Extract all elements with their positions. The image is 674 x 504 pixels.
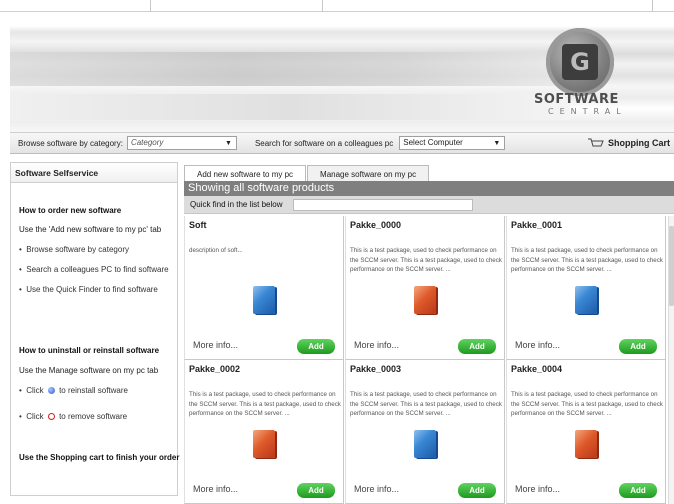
product-description: This is a test package, used to check pe… — [350, 247, 502, 273]
computer-select-value: Select Computer — [403, 138, 463, 147]
product-description: description of soft... — [189, 247, 243, 254]
toolbar: Browse software by category: Category ▼ … — [10, 132, 674, 154]
browse-category-label: Browse software by category: — [18, 138, 123, 148]
product-card: Pakke_0000 This is a test package, used … — [345, 216, 505, 360]
product-description: This is a test package, used to check pe… — [511, 391, 663, 417]
order-text: Use the 'Add new software to my pc' tab — [19, 225, 162, 234]
order-bullet: • Browse software by category — [19, 245, 129, 254]
computer-select[interactable]: Select Computer ▼ — [399, 136, 506, 150]
order-bullet: • Search a colleagues PC to find softwar… — [19, 265, 169, 274]
scrollbar-thumb[interactable] — [669, 226, 674, 306]
cart-hint: Use the Shopping cart to finish your ord… — [19, 453, 180, 462]
add-button[interactable]: Add — [619, 339, 657, 354]
search-colleague-label: Search for software on a colleagues pc — [254, 138, 394, 148]
software-central-logo: G — [546, 28, 614, 96]
product-description: This is a test package, used to check pe… — [511, 247, 663, 273]
product-name: Pakke_0002 — [189, 364, 241, 374]
sidebar-title: Software Selfservice — [11, 163, 177, 183]
dropdown-arrow-icon: ▼ — [225, 140, 232, 147]
shopping-cart-icon — [588, 138, 604, 148]
logo-letter: G — [562, 44, 598, 80]
software-box-icon — [253, 430, 275, 458]
category-select-value: Category — [130, 138, 164, 147]
shopping-cart-label: Shopping Cart — [608, 138, 670, 148]
product-card: Pakke_0003 This is a test package, used … — [345, 360, 505, 504]
product-name: Pakke_0001 — [511, 220, 563, 230]
logo-title: SOFTWARE — [534, 92, 619, 107]
quick-find-bar: Quick find in the list below — [184, 196, 674, 214]
add-button[interactable]: Add — [297, 483, 335, 498]
strip-separator — [652, 0, 653, 12]
showing-header: Showing all software products — [184, 181, 674, 196]
remove-hint: • Click to remove software — [19, 412, 128, 421]
order-bullet: • Use the Quick Finder to find software — [19, 285, 158, 294]
software-box-icon — [575, 430, 597, 458]
uninstall-text: Use the Manage software on my pc tab — [19, 366, 159, 375]
product-description: This is a test package, used to check pe… — [189, 391, 341, 417]
uninstall-heading: How to uninstall or reinstall software — [19, 346, 160, 355]
more-info-link[interactable]: More info... — [354, 340, 399, 350]
more-info-link[interactable]: More info... — [193, 340, 238, 350]
dropdown-arrow-icon: ▼ — [493, 140, 501, 147]
order-heading: How to order new software — [19, 206, 122, 215]
quick-find-label: Quick find in the list below — [190, 200, 283, 209]
reinstall-hint: • Click to reinstall software — [19, 386, 128, 395]
more-info-link[interactable]: More info... — [193, 484, 238, 494]
product-card: Pakke_0002 This is a test package, used … — [184, 360, 344, 504]
tab-bar: Add new software to my pc Manage softwar… — [184, 165, 430, 182]
add-button[interactable]: Add — [619, 483, 657, 498]
browser-top-strip — [0, 0, 674, 12]
product-name: Pakke_0003 — [350, 364, 402, 374]
tab-manage-software[interactable]: Manage software on my pc — [307, 165, 430, 182]
category-select[interactable]: Category ▼ — [126, 136, 237, 150]
product-card: Pakke_0004 This is a test package, used … — [506, 360, 666, 504]
product-name: Soft — [189, 220, 207, 230]
product-card: Pakke_0001 This is a test package, used … — [506, 216, 666, 360]
strip-separator — [150, 0, 151, 12]
logo-subtitle: CENTRAL — [548, 107, 627, 116]
shopping-cart-button[interactable]: Shopping Cart — [588, 138, 674, 148]
product-description: This is a test package, used to check pe… — [350, 391, 502, 417]
software-box-icon — [575, 286, 597, 314]
grid-scrollbar[interactable] — [668, 216, 674, 504]
more-info-link[interactable]: More info... — [515, 340, 560, 350]
product-card: Soft description of soft... More info...… — [184, 216, 344, 360]
selfservice-sidebar: Software Selfservice How to order new so… — [10, 162, 180, 496]
product-name: Pakke_0004 — [511, 364, 563, 374]
software-box-icon — [414, 286, 436, 314]
more-info-link[interactable]: More info... — [354, 484, 399, 494]
software-box-icon — [414, 430, 436, 458]
product-grid: Soft description of soft... More info...… — [184, 216, 668, 504]
quick-find-input[interactable] — [292, 198, 473, 211]
strip-separator — [322, 0, 323, 12]
software-box-icon — [253, 286, 275, 314]
add-button[interactable]: Add — [297, 339, 335, 354]
add-button[interactable]: Add — [458, 483, 496, 498]
tab-add-new-software[interactable]: Add new software to my pc — [184, 165, 307, 182]
more-info-link[interactable]: More info... — [515, 484, 560, 494]
add-button[interactable]: Add — [458, 339, 496, 354]
reinstall-icon — [47, 387, 55, 394]
banner-band — [10, 52, 570, 86]
remove-icon — [47, 413, 55, 420]
banner-band — [10, 94, 570, 120]
product-name: Pakke_0000 — [350, 220, 402, 230]
